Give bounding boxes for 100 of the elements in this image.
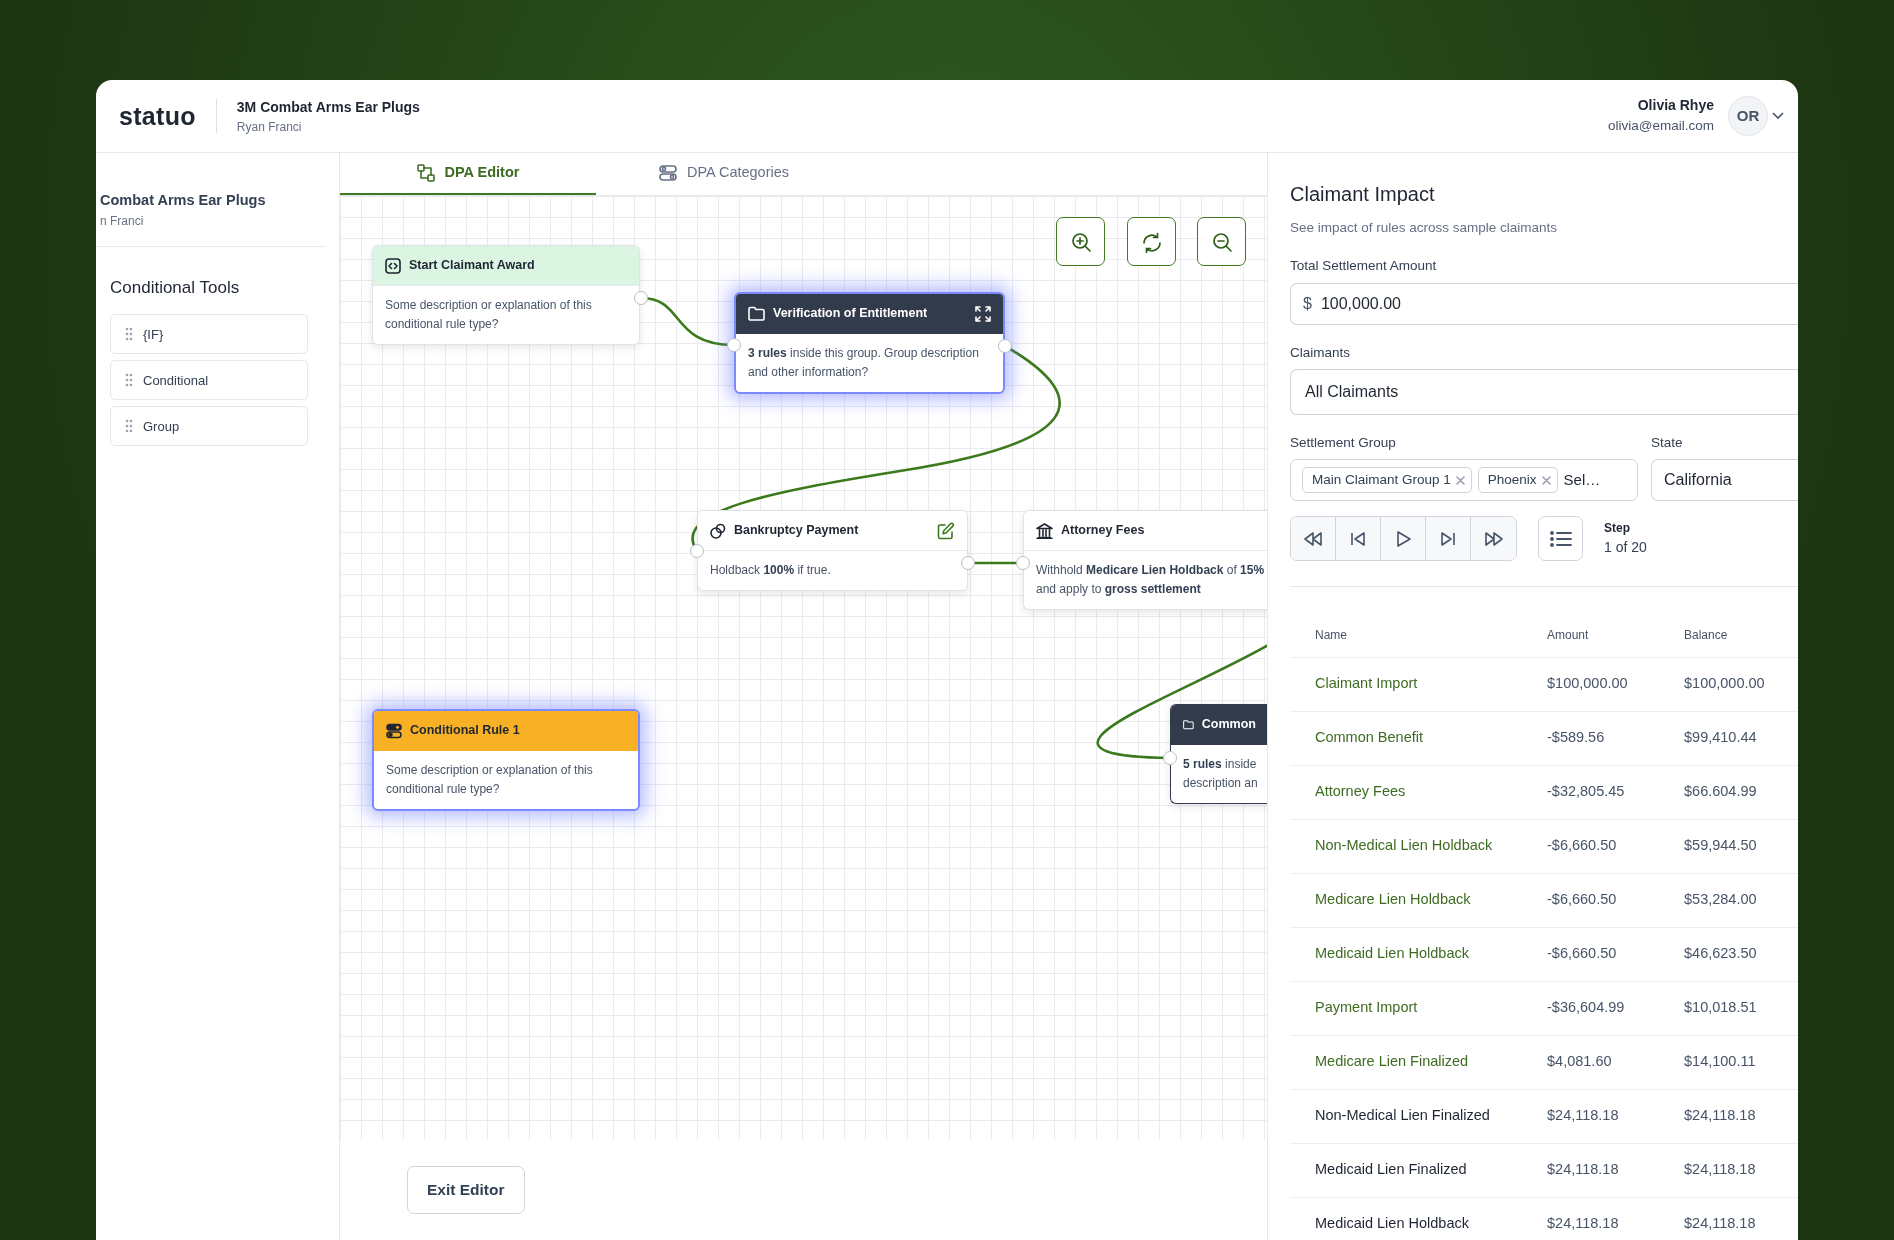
list-button[interactable]	[1538, 516, 1583, 561]
row-link[interactable]: Medicare Lien Holdback	[1315, 891, 1471, 908]
table-cell: -$589.56	[1547, 729, 1605, 746]
diagram-icon	[416, 164, 435, 182]
filter-chip[interactable]: Main Claimant Group 1	[1302, 466, 1472, 494]
skip-back-button[interactable]	[1336, 517, 1381, 560]
node-title: Bankruptcy Payment	[734, 522, 859, 540]
step-label: Step	[1604, 520, 1631, 537]
table-cell: $59,944.50	[1684, 837, 1757, 854]
connection-port[interactable]	[998, 339, 1012, 353]
row-link[interactable]: Medicare Lien Finalized	[1315, 1053, 1469, 1070]
row-link[interactable]: Common Benefit	[1315, 729, 1423, 746]
project-title: Combat Arms Ear Plugs	[100, 191, 267, 210]
zoom-in-button[interactable]	[1056, 217, 1105, 266]
node-title: Attorney Fees	[1061, 522, 1145, 540]
settlement-group-field[interactable]: Main Claimant Group 1 Phoenix Sel…	[1290, 459, 1638, 501]
panel-subtitle: See impact of rules across sample claimants	[1290, 219, 1559, 237]
table-cell: -$6,660.50	[1547, 945, 1617, 962]
circles-icon	[710, 522, 726, 539]
node-card[interactable]: Common 5 rules inside description an	[1170, 704, 1267, 804]
code-icon	[385, 257, 401, 274]
column-header: Amount	[1547, 627, 1589, 642]
project-owner: Ryan Franci	[236, 118, 303, 136]
field-label: State	[1651, 433, 1684, 452]
table-cell: $100,000.00	[1547, 675, 1628, 692]
skip-forward-button[interactable]	[1426, 517, 1471, 560]
node-card[interactable]: Start Claimant Award Some description or explanation of this conditional rule type?	[372, 245, 640, 345]
table-cell: -$36,604.99	[1547, 999, 1625, 1016]
edit-icon[interactable]	[937, 521, 955, 540]
amount-field[interactable]: $ 100,000.00	[1290, 282, 1798, 325]
bank-icon	[1036, 522, 1053, 539]
panel-title: Claimant Impact	[1290, 182, 1436, 207]
row-name: Medicaid Lien Holdback	[1315, 1215, 1469, 1232]
zoom-out-button[interactable]	[1197, 217, 1246, 266]
tool-item[interactable]: Group	[110, 406, 308, 447]
row-link[interactable]: Non-Medical Lien Holdback	[1315, 837, 1493, 854]
section-heading: Conditional Tools	[110, 276, 241, 299]
row-link[interactable]: Payment Import	[1315, 999, 1418, 1016]
table-cell: $24,118.18	[1547, 1215, 1619, 1232]
table-cell: -$6,660.50	[1547, 837, 1617, 854]
table-cell: $46,623.50	[1684, 945, 1757, 962]
column-header: Name	[1315, 627, 1347, 642]
expand-icon[interactable]	[975, 305, 991, 322]
field-label: Total Settlement Amount	[1290, 257, 1438, 276]
node-card[interactable]: Bankruptcy Payment Holdback 100% if true.	[697, 510, 968, 591]
field-label: Settlement Group	[1290, 433, 1397, 452]
row-link[interactable]: Attorney Fees	[1315, 783, 1406, 800]
table-cell: -$32,805.45	[1547, 783, 1625, 800]
node-description: 5 rules inside description an	[1182, 756, 1259, 792]
tool-item[interactable]: Conditional	[110, 360, 308, 401]
node-card[interactable]: Conditional Rule 1 Some description or explanation of this conditional rule type?	[372, 709, 640, 811]
refresh-button[interactable]	[1126, 217, 1176, 266]
row-name: Non-Medical Lien Finalized	[1315, 1107, 1490, 1124]
node-description: 3 rules inside this group. Group description and other information?	[747, 345, 980, 381]
claimants-select[interactable]: All Claimants	[1290, 368, 1798, 415]
list-icon	[1549, 529, 1572, 548]
node-title: Common	[1201, 716, 1256, 734]
chevron-down-icon[interactable]	[1772, 112, 1784, 120]
project-owner: n Franci	[100, 212, 145, 230]
node-description: Some description or explanation of this conditional rule type?	[385, 762, 594, 798]
row-link[interactable]: Medicaid Lien Holdback	[1315, 945, 1469, 962]
row-link[interactable]: Claimant Import	[1315, 675, 1418, 692]
avatar[interactable]: OR	[1728, 96, 1768, 136]
user-name: Olivia Rhye	[1636, 96, 1714, 116]
field-label: Claimants	[1290, 343, 1352, 362]
table-cell: $66.604.99	[1684, 783, 1757, 800]
row-name: Medicaid Lien Finalized	[1315, 1161, 1467, 1178]
state-select[interactable]: California	[1651, 459, 1798, 501]
drag-handle-icon	[125, 419, 133, 434]
fast-forward-button[interactable]	[1471, 517, 1516, 560]
toggle-icon	[386, 722, 402, 739]
table-cell: $99,410.44	[1684, 729, 1757, 746]
close-icon[interactable]	[1455, 475, 1465, 485]
refresh-icon	[1140, 230, 1162, 253]
node-title: Conditional Rule 1	[410, 722, 520, 740]
table-cell: $24,118.18	[1684, 1215, 1756, 1232]
filter-chip[interactable]: Phoenix	[1477, 466, 1558, 494]
tab[interactable]: DPA Categories	[596, 153, 852, 195]
rewind-button[interactable]	[1291, 517, 1336, 560]
play-button[interactable]	[1381, 517, 1426, 560]
step-counter: 1 of 20	[1604, 538, 1647, 557]
table-cell: $24,118.18	[1684, 1107, 1756, 1124]
column-header: Balance	[1684, 627, 1728, 642]
table-cell: $4,081.60	[1547, 1053, 1612, 1070]
user-email: olivia@email.com	[1608, 117, 1714, 136]
editor-canvas[interactable]	[340, 195, 1267, 1140]
close-icon[interactable]	[1541, 475, 1551, 485]
node-card[interactable]: Attorney Fees Withhold Medicare Lien Holdback of 15% and apply to gross settlement	[1023, 510, 1267, 610]
zoom-out-icon	[1210, 230, 1233, 253]
node-title: Start Claimant Award	[409, 257, 535, 275]
table-cell: $24,118.18	[1547, 1161, 1619, 1178]
tool-item[interactable]: {IF}	[110, 314, 308, 355]
project-title: 3M Combat Arms Ear Plugs	[236, 97, 420, 117]
table-cell: $53,284.00	[1684, 891, 1757, 908]
exit-editor-button[interactable]: Exit Editor	[407, 1166, 525, 1214]
node-card[interactable]: Verification of Entitlement 3 rules inside this group. Group description and other information?	[734, 292, 1005, 394]
folder-icon	[1183, 717, 1194, 732]
currency-symbol: $	[1303, 293, 1312, 314]
toggles-icon	[658, 165, 677, 181]
table-cell: $10,018.51	[1684, 999, 1757, 1016]
